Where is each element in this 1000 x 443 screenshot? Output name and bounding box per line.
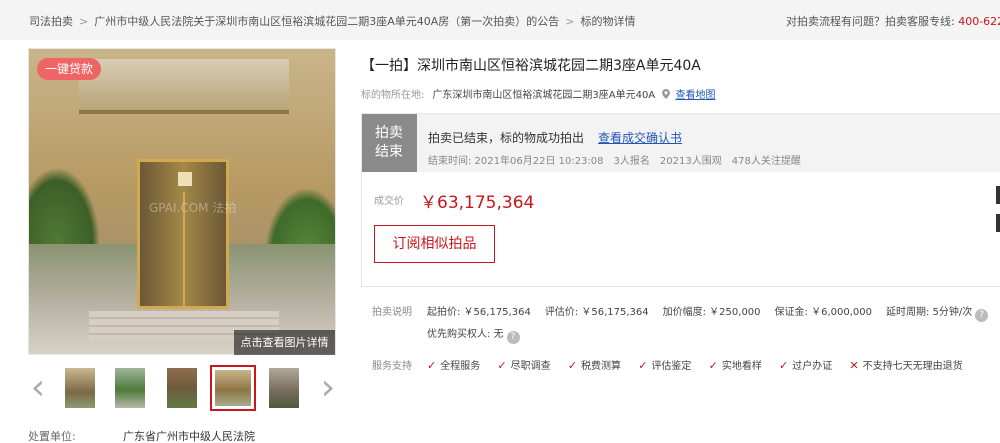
service-excluded-label: 不支持七天无理由退货 [862,361,963,372]
signup-count: 3人报名 [613,156,650,167]
map-pin-icon [662,89,671,99]
status-message-text: 拍卖已结束，标的物成功拍出 [428,131,585,145]
service-phone[interactable]: 400-622-9 [958,15,1000,28]
delay-period: 延时周期: 5分钟/次 [885,307,973,318]
service-hotline: 对拍卖流程有问题？拍卖客服专线: 400-622-9 [786,13,1000,29]
thumbnail[interactable] [266,365,302,411]
photo-door [137,159,229,309]
service-item-label: 过户办证 [792,361,833,372]
view-image-details-button[interactable]: 点击查看图片详情 [234,330,335,355]
thumbnail-image [115,368,145,408]
status-tag-line1: 拍卖 [375,125,403,141]
check-icon: ✓ [638,359,648,372]
service-question: 对拍卖流程有问题？拍卖客服专线: [786,15,955,28]
start-price: 起拍价: ￥56,175,364 [427,307,531,318]
appraisal-price: 评估价: ￥56,175,364 [544,307,649,318]
thumbnail-image [269,368,299,408]
status-message: 拍卖已结束，标的物成功拍出 查看成交确认书 [428,129,682,146]
status-tag: 拍卖 结束 [362,114,417,172]
view-map-link[interactable]: 查看地图 [676,90,716,101]
location-label: 标的物所在地: [361,90,425,101]
side-widget-edge [996,186,1000,256]
final-price-value: ￥63,175,364 [420,193,535,213]
service-item: ✓ 实地看样 [709,357,762,372]
watcher-count: 20213人围观 [659,156,722,167]
end-time: 结束时间: 2021年06月22日 10:23:08 [428,156,604,167]
service-item-label: 评估鉴定 [651,361,692,372]
thumbnail[interactable] [62,365,98,411]
services-label: 服务支持 [372,361,412,372]
thumbnail-image [65,368,95,408]
priority-buyer: 优先购买权人: 无 [427,329,504,340]
location-value: 广东深圳市南山区恒裕滨城花园二期3座A单元40A [432,90,656,101]
check-icon: ✓ [427,359,437,372]
service-item: ✓ 过户办证 [779,357,832,372]
disposal-unit-label: 处置单位: [28,430,76,443]
auction-status-box: 拍卖 结束 拍卖已结束，标的物成功拍出 查看成交确认书 结束时间: 2021年06… [361,113,1000,172]
thumbnail-selected[interactable] [210,365,256,411]
service-item: ✓ 尽职调查 [497,357,550,372]
disposal-unit-value: 广东省广州市中级人民法院 [123,430,255,443]
service-item: ✓ 评估鉴定 [638,357,691,372]
check-icon: ✓ [779,359,789,372]
main-image[interactable]: GPAI.COM 法拍 [28,48,336,355]
item-title: 【一拍】深圳市南山区恒裕滨城花园二期3座A单元40A [361,58,701,74]
photo-canopy [79,59,289,114]
auction-info-row: 起拍价: ￥56,175,364 评估价: ￥56,175,364 加价幅度: ￥2… [427,303,1000,322]
thumb-next-arrow-icon[interactable]: › [318,370,338,408]
check-icon: ✓ [497,359,507,372]
service-item: ✓ 税费测算 [568,357,621,372]
check-icon: ✓ [567,359,578,372]
side-widget-bar [996,186,1000,204]
cross-icon: ✕ [849,359,859,372]
thumbnail-image [167,368,197,408]
subscribe-similar-button[interactable]: 订阅相似拍品 [374,225,495,263]
thumbnail[interactable] [112,365,148,411]
deposit: 保证金: ￥6,000,000 [774,307,872,318]
service-item-label: 尽职调查 [510,361,551,372]
watermark: GPAI.COM 法拍 [149,201,237,215]
view-confirmation-link[interactable]: 查看成交确认书 [598,131,682,145]
help-icon[interactable]: ? [975,309,989,322]
breadcrumb-bar: 司法拍卖 > 广州市中级人民法院关于深圳市南山区恒裕滨城花园二期3座A单元40A房（… [0,0,1000,40]
help-icon[interactable]: ? [506,331,520,344]
service-item-label: 税费测算 [581,361,622,372]
loan-badge[interactable]: 一键贷款 [37,58,101,80]
property-photo: GPAI.COM 法拍 [29,49,335,354]
status-meta: 结束时间: 2021年06月22日 10:23:08 3人报名 20213人围观 47… [428,152,811,167]
final-price-label: 成交价 [374,196,404,207]
side-widget-bar [996,214,1000,232]
service-item-excluded: ✕ 不支持七天无理由退货 [849,357,962,372]
breadcrumb: 司法拍卖 > 广州市中级人民法院关于深圳市南山区恒裕滨城花园二期3座A单元40A房（… [29,13,635,29]
breadcrumb-item-judicial-auction[interactable]: 司法拍卖 [29,15,73,28]
service-item-label: 全程服务 [440,361,481,372]
check-icon: ✓ [708,359,718,372]
item-location: 标的物所在地: 广东深圳市南山区恒裕滨城花园二期3座A单元40A 查看地图 [361,86,716,101]
thumbnail[interactable] [164,365,200,411]
breadcrumb-item-current: 标的物详情 [580,15,636,28]
priority-row: 优先购买权人: 无? [427,325,534,344]
service-item: ✓ 全程服务 [427,357,480,372]
service-item-label: 实地看样 [721,361,762,372]
breadcrumb-item-announcement[interactable]: 广州市中级人民法院关于深圳市南山区恒裕滨城花园二期3座A单元40A房（第一次拍卖… [94,15,559,28]
breadcrumb-separator: > [565,15,575,28]
status-tag-line2: 结束 [375,144,403,160]
photo-door-sign [178,172,192,186]
price-box: 成交价 ￥63,175,364 订阅相似拍品 [361,172,1000,287]
breadcrumb-separator: > [79,15,89,28]
reminder-count: 478人关注提醒 [731,156,801,167]
thumb-prev-arrow-icon[interactable]: ‹ [28,370,48,408]
auction-info-label: 拍卖说明 [372,307,412,318]
services-row: ✓ 全程服务 ✓ 尽职调查 ✓ 税费测算 ✓ 评估鉴定 ✓ 实地看样 ✓ 过户办证 ✕ 不支持… [427,357,977,372]
thumbnail-image [215,370,251,406]
bid-increment: 加价幅度: ￥250,000 [662,307,761,318]
